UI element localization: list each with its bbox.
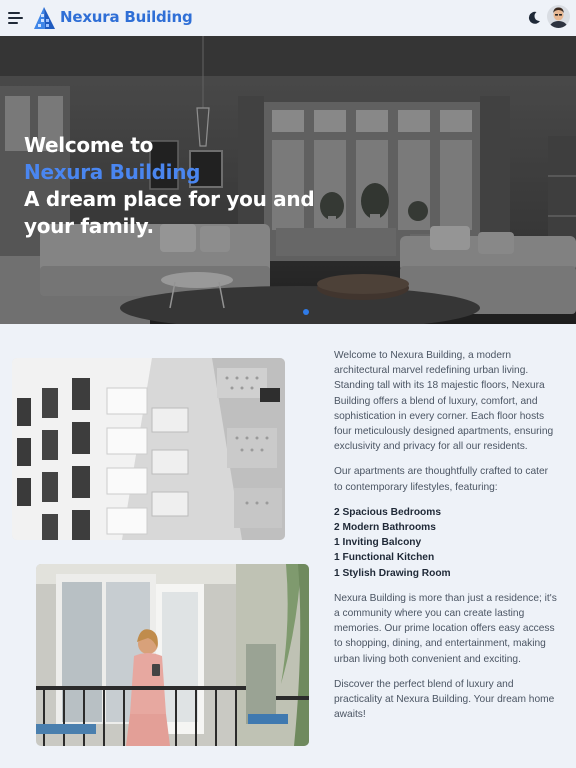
carousel-dot-active[interactable] [303,309,309,315]
feature-drawing-room: 1 Stylish Drawing Room [334,567,451,579]
feature-balcony: 1 Inviting Balcony [334,537,422,549]
hero-line-brand: Nexura Building [24,160,201,184]
hero-line-welcome: Welcome to [24,133,154,157]
user-avatar[interactable] [547,5,570,28]
top-nav-bar: Nexura Building [0,0,576,36]
description-text: Welcome to Nexura Building, a modern arc… [334,348,559,732]
community-paragraph: Nexura Building is more than just a resi… [334,592,557,665]
hero-carousel[interactable]: Welcome to Nexura Building A dream place… [0,36,576,324]
brand-name[interactable]: Nexura Building [60,8,193,26]
building-facade-image [12,358,285,540]
hero-line-tagline: A dream place for you and [24,187,315,211]
feature-kitchen: 1 Functional Kitchen [334,552,435,564]
intro-paragraph: Welcome to Nexura Building, a modern arc… [334,350,554,453]
hero-heading: Welcome to Nexura Building A dream place… [24,132,344,240]
balcony-woman-image [36,564,309,746]
building-logo-icon[interactable] [32,6,57,30]
hamburger-menu-icon[interactable] [8,11,24,25]
feature-bathrooms: 2 Modern Bathrooms [334,522,436,534]
closing-paragraph: Discover the perfect blend of luxury and… [334,678,555,721]
hero-line-tagline-end: your family. [24,214,154,238]
features-intro: Our apartments are thoughtfully crafted … [334,466,549,493]
features-list: 2 Spacious Bedrooms 2 Modern Bathrooms 1… [334,505,559,581]
feature-bedrooms: 2 Spacious Bedrooms [334,506,441,518]
moon-icon[interactable] [526,10,542,26]
